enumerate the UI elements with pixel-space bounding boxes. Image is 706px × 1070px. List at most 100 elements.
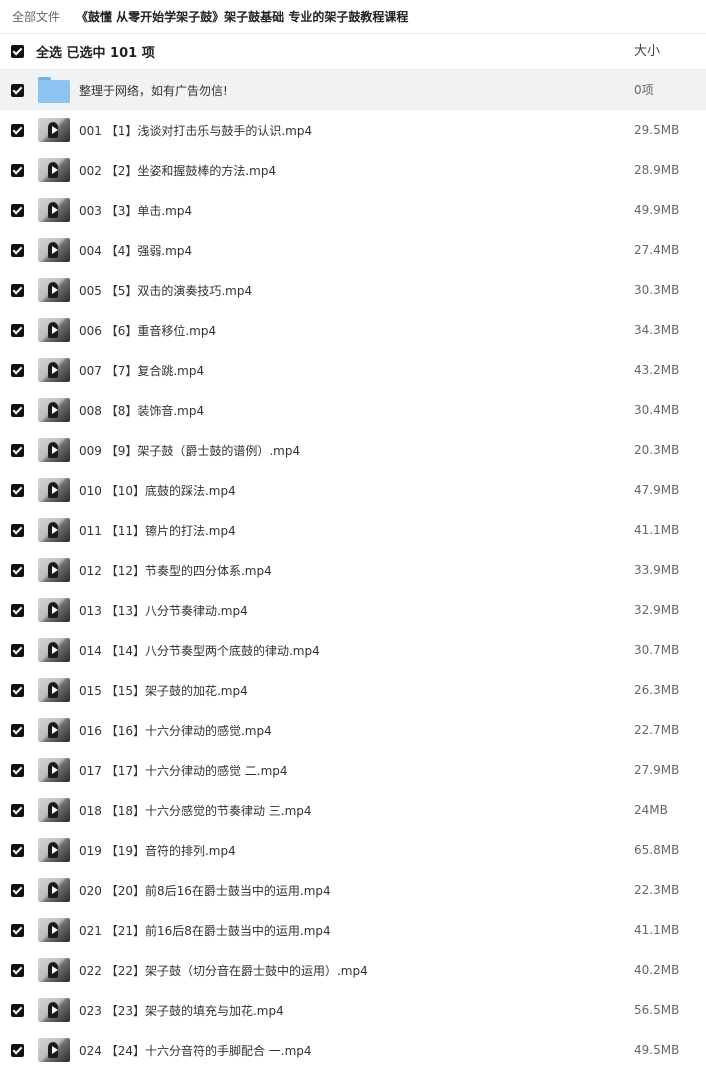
row-checkbox[interactable] [11, 1003, 24, 1017]
row-checkbox[interactable] [11, 203, 24, 217]
file-size: 30.7MB [634, 643, 680, 657]
row-checkbox[interactable] [11, 763, 24, 777]
file-name[interactable]: 008 【8】装饰音.mp4 [79, 402, 204, 419]
file-name[interactable]: 022 【22】架子鼓（切分音在爵士鼓中的运用）.mp4 [79, 962, 368, 979]
file-size: 27.4MB [634, 243, 680, 257]
file-name[interactable]: 018 【18】十六分感觉的节奏律动 三.mp4 [79, 802, 312, 819]
row-checkbox[interactable] [11, 83, 24, 97]
file-name[interactable]: 023 【23】架子鼓的填充与加花.mp4 [79, 1002, 284, 1019]
video-thumbnail-icon [38, 1038, 70, 1062]
file-name[interactable]: 012 【12】节奏型的四分体系.mp4 [79, 562, 272, 579]
file-size: 22.3MB [634, 883, 680, 897]
file-name[interactable]: 004 【4】强弱.mp4 [79, 242, 192, 259]
file-row[interactable]: 021 【21】前16后8在爵士鼓当中的运用.mp4 41.1MB [0, 910, 706, 950]
folder-icon [38, 77, 70, 103]
file-list-header: 全选 已选中 101 项 大小 [0, 34, 706, 70]
file-row[interactable]: 013 【13】八分节奏律动.mp4 32.9MB [0, 590, 706, 630]
file-name[interactable]: 013 【13】八分节奏律动.mp4 [79, 602, 248, 619]
row-checkbox[interactable] [11, 563, 24, 577]
file-name[interactable]: 007 【7】复合跳.mp4 [79, 362, 204, 379]
row-checkbox[interactable] [11, 523, 24, 537]
row-checkbox[interactable] [11, 163, 24, 177]
video-thumbnail-icon [38, 598, 70, 622]
file-size: 28.9MB [634, 163, 680, 177]
file-row[interactable]: 014 【14】八分节奏型两个底鼓的律动.mp4 30.7MB [0, 630, 706, 670]
file-row[interactable]: 024 【24】十六分音符的手脚配合 一.mp4 49.5MB [0, 1030, 706, 1070]
row-checkbox[interactable] [11, 1043, 24, 1057]
file-row[interactable]: 007 【7】复合跳.mp4 43.2MB [0, 350, 706, 390]
file-row[interactable]: 018 【18】十六分感觉的节奏律动 三.mp4 24MB [0, 790, 706, 830]
row-checkbox[interactable] [11, 403, 24, 417]
file-name[interactable]: 002 【2】坐姿和握鼓棒的方法.mp4 [79, 162, 276, 179]
row-checkbox[interactable] [11, 323, 24, 337]
file-row[interactable]: 012 【12】节奏型的四分体系.mp4 33.9MB [0, 550, 706, 590]
row-checkbox[interactable] [11, 483, 24, 497]
file-name[interactable]: 015 【15】架子鼓的加花.mp4 [79, 682, 248, 699]
file-name[interactable]: 011 【11】镲片的打法.mp4 [79, 522, 236, 539]
row-checkbox[interactable] [11, 803, 24, 817]
file-row[interactable]: 023 【23】架子鼓的填充与加花.mp4 56.5MB [0, 990, 706, 1030]
file-row[interactable]: 017 【17】十六分律动的感觉 二.mp4 27.9MB [0, 750, 706, 790]
file-size: 22.7MB [634, 723, 680, 737]
select-all-checkbox[interactable] [11, 45, 24, 58]
file-list: 整理于网络，如有广告勿信! 0项 001 【1】浅谈对打击乐与鼓手的认识.mp4… [0, 70, 706, 1070]
file-name[interactable]: 009 【9】架子鼓（爵士鼓的谱例）.mp4 [79, 442, 300, 459]
file-name[interactable]: 024 【24】十六分音符的手脚配合 一.mp4 [79, 1042, 312, 1059]
file-name[interactable]: 014 【14】八分节奏型两个底鼓的律动.mp4 [79, 642, 320, 659]
file-name[interactable]: 017 【17】十六分律动的感觉 二.mp4 [79, 762, 288, 779]
video-thumbnail-icon [38, 758, 70, 782]
file-row[interactable]: 006 【6】重音移位.mp4 34.3MB [0, 310, 706, 350]
size-column-header[interactable]: 大小 [634, 34, 660, 70]
video-thumbnail-icon [38, 558, 70, 582]
file-size: 24MB [634, 803, 668, 817]
row-checkbox[interactable] [11, 643, 24, 657]
file-size: 41.1MB [634, 523, 680, 537]
file-row[interactable]: 008 【8】装饰音.mp4 30.4MB [0, 390, 706, 430]
file-name[interactable]: 整理于网络，如有广告勿信! [79, 82, 228, 99]
file-row[interactable]: 009 【9】架子鼓（爵士鼓的谱例）.mp4 20.3MB [0, 430, 706, 470]
row-checkbox[interactable] [11, 963, 24, 977]
breadcrumb: 全部文件 《鼓懂 从零开始学架子鼓》架子鼓基础 专业的架子鼓教程课程 [0, 0, 706, 34]
row-checkbox[interactable] [11, 883, 24, 897]
file-name[interactable]: 021 【21】前16后8在爵士鼓当中的运用.mp4 [79, 922, 331, 939]
row-checkbox[interactable] [11, 443, 24, 457]
file-row[interactable]: 005 【5】双击的演奏技巧.mp4 30.3MB [0, 270, 706, 310]
row-checkbox[interactable] [11, 283, 24, 297]
row-checkbox[interactable] [11, 123, 24, 137]
file-row[interactable]: 010 【10】底鼓的踩法.mp4 47.9MB [0, 470, 706, 510]
folder-row[interactable]: 整理于网络，如有广告勿信! 0项 [0, 70, 706, 110]
file-row[interactable]: 019 【19】音符的排列.mp4 65.8MB [0, 830, 706, 870]
file-name[interactable]: 010 【10】底鼓的踩法.mp4 [79, 482, 236, 499]
file-row[interactable]: 004 【4】强弱.mp4 27.4MB [0, 230, 706, 270]
row-checkbox[interactable] [11, 683, 24, 697]
file-name[interactable]: 020 【20】前8后16在爵士鼓当中的运用.mp4 [79, 882, 331, 899]
video-thumbnail-icon [38, 478, 70, 502]
file-name[interactable]: 016 【16】十六分律动的感觉.mp4 [79, 722, 272, 739]
file-row[interactable]: 020 【20】前8后16在爵士鼓当中的运用.mp4 22.3MB [0, 870, 706, 910]
file-row[interactable]: 001 【1】浅谈对打击乐与鼓手的认识.mp4 29.5MB [0, 110, 706, 150]
file-row[interactable]: 015 【15】架子鼓的加花.mp4 26.3MB [0, 670, 706, 710]
row-checkbox[interactable] [11, 723, 24, 737]
video-thumbnail-icon [38, 198, 70, 222]
row-checkbox[interactable] [11, 603, 24, 617]
file-name[interactable]: 006 【6】重音移位.mp4 [79, 322, 216, 339]
file-name[interactable]: 019 【19】音符的排列.mp4 [79, 842, 236, 859]
file-row[interactable]: 002 【2】坐姿和握鼓棒的方法.mp4 28.9MB [0, 150, 706, 190]
row-checkbox[interactable] [11, 843, 24, 857]
file-row[interactable]: 016 【16】十六分律动的感觉.mp4 22.7MB [0, 710, 706, 750]
file-row[interactable]: 022 【22】架子鼓（切分音在爵士鼓中的运用）.mp4 40.2MB [0, 950, 706, 990]
file-row[interactable]: 003 【3】单击.mp4 49.9MB [0, 190, 706, 230]
breadcrumb-root-link[interactable]: 全部文件 [0, 8, 76, 25]
file-row[interactable]: 011 【11】镲片的打法.mp4 41.1MB [0, 510, 706, 550]
file-size: 34.3MB [634, 323, 680, 337]
row-checkbox[interactable] [11, 363, 24, 377]
video-thumbnail-icon [38, 398, 70, 422]
file-name[interactable]: 005 【5】双击的演奏技巧.mp4 [79, 282, 252, 299]
file-size: 49.9MB [634, 203, 680, 217]
file-size: 49.5MB [634, 1043, 680, 1057]
row-checkbox[interactable] [11, 923, 24, 937]
file-name[interactable]: 001 【1】浅谈对打击乐与鼓手的认识.mp4 [79, 122, 312, 139]
file-name[interactable]: 003 【3】单击.mp4 [79, 202, 192, 219]
row-checkbox[interactable] [11, 243, 24, 257]
breadcrumb-current-folder: 《鼓懂 从零开始学架子鼓》架子鼓基础 专业的架子鼓教程课程 [76, 10, 409, 24]
